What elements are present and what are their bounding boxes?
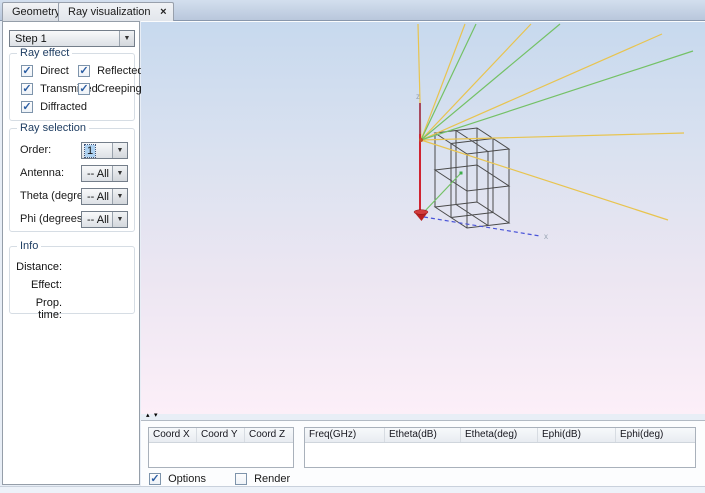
- coord-table-body[interactable]: [149, 443, 293, 467]
- info-group: Info Distance: Effect: Prop. time:: [9, 246, 135, 314]
- render-checkbox[interactable]: Render: [235, 473, 290, 485]
- checkbox-diffracted[interactable]: ✓ Diffracted: [21, 101, 87, 113]
- splitter-collapse-icon[interactable]: ▴: [146, 412, 150, 420]
- etheta-deg-header[interactable]: Etheta(deg): [461, 428, 538, 442]
- ray-effect-title: Ray effect: [17, 47, 72, 59]
- phi-select[interactable]: -- All -- ▼: [81, 211, 128, 228]
- close-icon[interactable]: ×: [160, 6, 166, 18]
- 3d-viewport[interactable]: zx: [141, 21, 705, 414]
- svg-text:z: z: [416, 92, 420, 101]
- chevron-down-icon: ▼: [119, 31, 134, 46]
- checkbox-reflected-label: Reflected: [97, 65, 143, 77]
- ray-selection-title: Ray selection: [17, 122, 89, 134]
- splitter-expand-icon[interactable]: ▾: [154, 412, 158, 420]
- antenna-label: Antenna:: [20, 167, 64, 179]
- step-selector[interactable]: Step 1 ▼: [9, 30, 135, 47]
- field-table-body[interactable]: [305, 443, 695, 467]
- svg-text:x: x: [544, 232, 548, 241]
- tab-bar: Geometry Ray visualization ×: [0, 0, 705, 21]
- coord-table: Coord X Coord Y Coord Z: [148, 427, 294, 468]
- options-checkbox[interactable]: ✓ Options: [149, 473, 206, 485]
- field-table: Freq(GHz) Etheta(dB) Etheta(deg) Ephi(dB…: [304, 427, 696, 468]
- options-checkbox-box[interactable]: ✓: [149, 473, 161, 485]
- bottom-panel: Coord X Coord Y Coord Z Freq(GHz) Etheta…: [141, 420, 705, 486]
- coord-z-header[interactable]: Coord Z: [245, 428, 293, 442]
- status-bar: [0, 486, 705, 493]
- step-selector-value: Step 1: [13, 33, 49, 45]
- ephi-db-header[interactable]: Ephi(dB): [538, 428, 616, 442]
- checkbox-direct-box[interactable]: ✓: [21, 65, 33, 77]
- freq-header[interactable]: Freq(GHz): [305, 428, 385, 442]
- checkbox-reflected[interactable]: ✓ Reflected: [78, 65, 144, 77]
- checkbox-diffracted-label: Diffracted: [40, 101, 87, 113]
- checkbox-creeping[interactable]: ✓ Creeping: [78, 83, 142, 95]
- render-checkbox-box[interactable]: [235, 473, 247, 485]
- render-checkbox-label: Render: [254, 473, 290, 485]
- order-select[interactable]: 1 ▼: [81, 142, 128, 159]
- ray-selection-group: Ray selection Order: 1 ▼ Antenna: -- All…: [9, 128, 135, 232]
- scene-svg: zx: [141, 22, 705, 414]
- ray-effect-group: Ray effect ✓ Direct ✓ Reflected ✓ Transm…: [9, 53, 135, 121]
- theta-select[interactable]: -- All -- ▼: [81, 188, 128, 205]
- chevron-down-icon: ▼: [112, 189, 127, 204]
- sidebar: Step 1 ▼ Ray effect ✓ Direct ✓ Reflected…: [2, 21, 140, 485]
- coord-x-header[interactable]: Coord X: [149, 428, 197, 442]
- info-title: Info: [17, 240, 41, 252]
- tab-ray-visualization[interactable]: Ray visualization ×: [58, 2, 174, 21]
- checkbox-direct[interactable]: ✓ Direct: [21, 65, 69, 77]
- distance-label: Distance:: [14, 261, 62, 273]
- chevron-down-icon: ▼: [112, 166, 127, 181]
- checkbox-direct-label: Direct: [40, 65, 69, 77]
- checkbox-creeping-label: Creeping: [97, 83, 142, 95]
- checkbox-reflected-box[interactable]: ✓: [78, 65, 90, 77]
- order-label: Order:: [20, 144, 51, 156]
- phi-label: Phi (degrees):: [20, 213, 89, 225]
- effect-label: Effect:: [14, 279, 62, 291]
- checkbox-diffracted-box[interactable]: ✓: [21, 101, 33, 113]
- checkbox-creeping-box[interactable]: ✓: [78, 83, 90, 95]
- ephi-deg-header[interactable]: Ephi(deg): [616, 428, 695, 442]
- etheta-db-header[interactable]: Etheta(dB): [385, 428, 461, 442]
- prop-time-label: Prop. time:: [14, 297, 62, 321]
- chevron-down-icon: ▼: [112, 143, 127, 158]
- options-checkbox-label: Options: [168, 473, 206, 485]
- tab-ray-visualization-label: Ray visualization: [68, 6, 151, 18]
- order-value: 1: [85, 145, 95, 157]
- coord-y-header[interactable]: Coord Y: [197, 428, 245, 442]
- antenna-select[interactable]: -- All -- ▼: [81, 165, 128, 182]
- checkbox-transmitted-box[interactable]: ✓: [21, 83, 33, 95]
- chevron-down-icon: ▼: [112, 212, 127, 227]
